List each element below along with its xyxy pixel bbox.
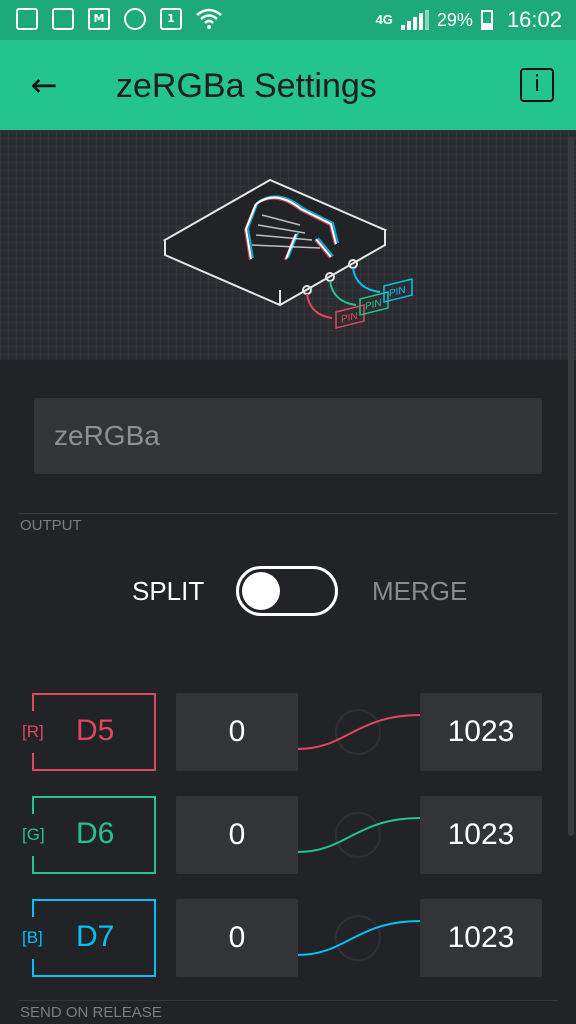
- pin-row-blue: [B] D7 0 1023: [0, 899, 576, 977]
- mapping-curve-red: [297, 709, 421, 755]
- gallery-icon: [52, 8, 74, 30]
- channel-tag-red: [R]: [22, 722, 44, 741]
- channel-tag-blue: [B]: [22, 928, 43, 947]
- screenshot-icon: [16, 8, 38, 30]
- max-value-green[interactable]: 1023: [420, 796, 542, 874]
- clock: 16:02: [506, 7, 562, 32]
- output-section-label: OUTPUT: [20, 517, 82, 534]
- widget-name-input[interactable]: zeRGBa: [34, 398, 542, 474]
- split-merge-toggle[interactable]: [236, 566, 338, 616]
- mapping-curve-green: [297, 812, 421, 858]
- gmail-icon: M: [88, 8, 110, 30]
- battery-icon: [480, 10, 493, 30]
- wifi-icon: [196, 8, 222, 29]
- calendar-icon: 1: [160, 8, 182, 30]
- network-type: 4G: [375, 12, 393, 27]
- pin-name-red: D5: [76, 714, 115, 747]
- pin-name-green: D6: [76, 817, 115, 850]
- battery-percent: 29%: [436, 9, 473, 30]
- page-title: zeRGBa Settings: [116, 67, 377, 105]
- info-icon[interactable]: i: [520, 68, 554, 102]
- min-value-blue[interactable]: 0: [176, 899, 298, 977]
- pin-row-red: [R] D5 0 1023: [0, 693, 576, 771]
- signal-icon: [400, 10, 429, 30]
- min-value-green[interactable]: 0: [176, 796, 298, 874]
- channel-tag-green: [G]: [22, 825, 45, 844]
- widget-illustration: PIN PIN PIN: [0, 130, 576, 360]
- toggle-knob: [242, 572, 280, 610]
- send-on-release-label: SEND ON RELEASE: [20, 1004, 162, 1021]
- back-arrow-icon[interactable]: ←: [24, 66, 64, 106]
- divider: [18, 513, 558, 514]
- pin-name-blue: D7: [76, 920, 115, 953]
- max-value-blue[interactable]: 1023: [420, 899, 542, 977]
- divider: [18, 1000, 558, 1001]
- app-bar: ← zeRGBa Settings i: [0, 40, 576, 130]
- split-label: SPLIT: [132, 576, 205, 606]
- widget-name-value: zeRGBa: [54, 420, 160, 451]
- mapping-curve-blue: [297, 915, 421, 961]
- max-value-red[interactable]: 1023: [420, 693, 542, 771]
- min-value-red[interactable]: 0: [176, 693, 298, 771]
- merge-label: MERGE: [372, 576, 468, 606]
- pin-row-green: [G] D6 0 1023: [0, 796, 576, 874]
- status-bar: M 1 4G 29% 16:02: [0, 0, 576, 40]
- zergba-device-illustration: PIN PIN PIN: [162, 178, 413, 329]
- headset-icon: [124, 8, 146, 30]
